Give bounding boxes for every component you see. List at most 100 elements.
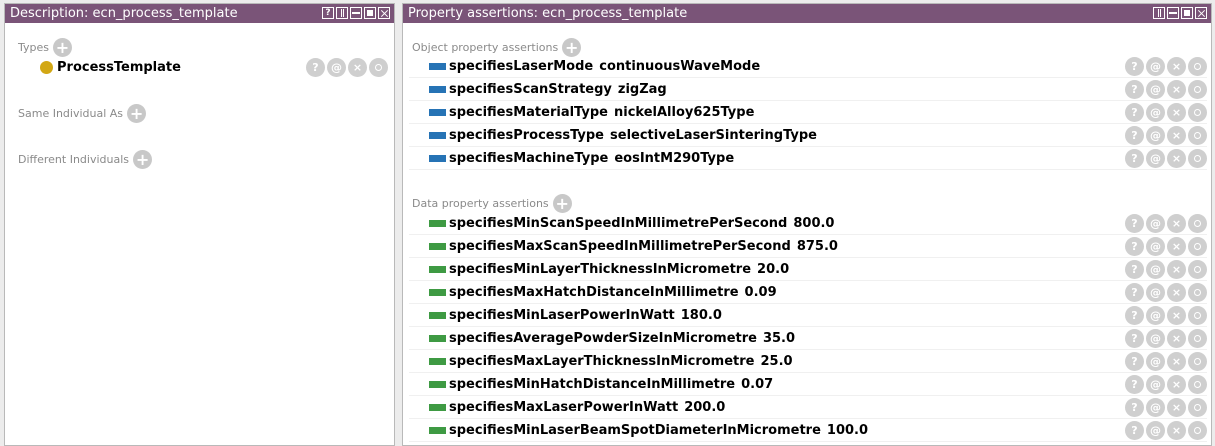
help-icon[interactable]: ? [1125, 375, 1144, 394]
annotate-icon[interactable]: @ [1146, 214, 1165, 233]
data-assertion-row[interactable]: specifiesMaxScanSpeedInMillimetrePerSeco… [429, 236, 1207, 257]
help-icon[interactable]: ? [1125, 237, 1144, 256]
delete-icon[interactable]: × [1167, 283, 1186, 302]
split-vertical-icon[interactable] [336, 7, 348, 19]
delete-icon[interactable]: × [1167, 149, 1186, 168]
edit-icon[interactable] [1188, 149, 1207, 168]
edit-icon[interactable] [1188, 126, 1207, 145]
help-icon[interactable]: ? [1125, 260, 1144, 279]
annotate-icon[interactable]: @ [1146, 421, 1165, 440]
delete-icon[interactable]: × [1167, 398, 1186, 417]
delete-icon[interactable]: × [1167, 237, 1186, 256]
split-horizontal-icon[interactable] [1167, 7, 1179, 19]
delete-icon[interactable]: × [1167, 352, 1186, 371]
edit-icon[interactable] [1188, 375, 1207, 394]
object-assertion-row[interactable]: specifiesMachineType eosIntM290Type? @ × [429, 148, 1207, 169]
help-icon[interactable]: ? [1125, 398, 1144, 417]
annotate-icon[interactable]: @ [1146, 237, 1165, 256]
data-property-section-header: Data property assertions + [412, 194, 572, 213]
delete-icon[interactable]: × [1167, 375, 1186, 394]
object-assertion-row[interactable]: specifiesScanStrategy zigZag? @ × [429, 79, 1207, 100]
annotate-icon[interactable]: @ [1146, 57, 1165, 76]
edit-icon[interactable] [1188, 306, 1207, 325]
help-icon[interactable]: ? [322, 7, 334, 19]
object-assertion-row[interactable]: specifiesMaterialType nickelAlloy625Type?… [429, 102, 1207, 123]
help-icon[interactable]: ? [1125, 421, 1144, 440]
edit-icon[interactable] [1188, 329, 1207, 348]
object-property-icon [429, 132, 446, 139]
annotate-icon[interactable]: @ [1146, 149, 1165, 168]
help-icon[interactable]: ? [1125, 57, 1144, 76]
property-value: 35.0 [762, 331, 796, 346]
close-icon[interactable] [378, 7, 390, 19]
edit-icon[interactable] [1188, 352, 1207, 371]
annotate-icon[interactable]: @ [1146, 329, 1165, 348]
edit-icon[interactable] [1188, 398, 1207, 417]
edit-icon[interactable] [1188, 103, 1207, 122]
help-icon[interactable]: ? [1125, 283, 1144, 302]
maximize-icon[interactable] [364, 7, 376, 19]
delete-icon[interactable]: × [1167, 260, 1186, 279]
help-icon[interactable]: ? [1125, 352, 1144, 371]
property-name: specifiesMaxHatchDistanceInMillimetre [449, 285, 739, 300]
data-assertion-row[interactable]: specifiesMinScanSpeedInMillimetrePerSeco… [429, 213, 1207, 234]
data-assertion-text: specifiesMaxScanSpeedInMillimetrePerSeco… [449, 239, 838, 254]
edit-icon[interactable] [1188, 57, 1207, 76]
data-assertion-row[interactable]: specifiesMaxLayerThicknessInMicrometre 25… [429, 351, 1207, 372]
maximize-icon[interactable] [1181, 7, 1193, 19]
annotate-icon[interactable]: @ [1146, 103, 1165, 122]
delete-icon[interactable]: × [1167, 306, 1186, 325]
split-horizontal-icon[interactable] [350, 7, 362, 19]
annotate-icon[interactable]: @ [1146, 306, 1165, 325]
object-assertion-row[interactable]: specifiesProcessType selectiveLaserSinter… [429, 125, 1207, 146]
help-icon[interactable]: ? [1125, 80, 1144, 99]
delete-icon[interactable]: × [348, 58, 367, 77]
edit-icon[interactable] [369, 58, 388, 77]
annotate-icon[interactable]: @ [1146, 126, 1165, 145]
annotate-icon[interactable]: @ [327, 58, 346, 77]
split-vertical-icon[interactable] [1153, 7, 1165, 19]
delete-icon[interactable]: × [1167, 57, 1186, 76]
annotate-icon[interactable]: @ [1146, 260, 1165, 279]
edit-icon[interactable] [1188, 421, 1207, 440]
help-icon[interactable]: ? [1125, 329, 1144, 348]
help-icon[interactable]: ? [1125, 306, 1144, 325]
data-assertion-row[interactable]: specifiesMinHatchDistanceInMillimetre 0.0… [429, 374, 1207, 395]
help-icon[interactable]: ? [1125, 149, 1144, 168]
delete-icon[interactable]: × [1167, 80, 1186, 99]
edit-icon[interactable] [1188, 283, 1207, 302]
data-assertion-row[interactable]: specifiesMinLayerThicknessInMicrometre 20… [429, 259, 1207, 280]
object-assertion-row[interactable]: specifiesLaserMode continuousWaveMode? @ × [429, 56, 1207, 77]
add-object-property-button[interactable]: + [562, 38, 582, 57]
data-assertion-row[interactable]: specifiesMaxLaserPowerInWatt 200.0? @ × [429, 397, 1207, 418]
add-different-individual-button[interactable]: + [133, 150, 153, 169]
annotate-icon[interactable]: @ [1146, 375, 1165, 394]
add-same-individual-button[interactable]: + [127, 104, 147, 123]
type-item-row[interactable]: ProcessTemplate ? @ × [40, 57, 388, 78]
annotate-icon[interactable]: @ [1146, 80, 1165, 99]
data-assertion-row[interactable]: specifiesMaxHatchDistanceInMillimetre 0.0… [429, 282, 1207, 303]
delete-icon[interactable]: × [1167, 329, 1186, 348]
delete-icon[interactable]: × [1167, 103, 1186, 122]
edit-icon[interactable] [1188, 260, 1207, 279]
data-assertion-row[interactable]: specifiesMinLaserBeamSpotDiameterInMicro… [429, 420, 1207, 441]
edit-icon[interactable] [1188, 80, 1207, 99]
annotate-icon[interactable]: @ [1146, 352, 1165, 371]
data-assertion-row[interactable]: specifiesAveragePowderSizeInMicrometre 35… [429, 328, 1207, 349]
help-icon[interactable]: ? [1125, 126, 1144, 145]
help-icon[interactable]: ? [306, 58, 325, 77]
add-type-button[interactable]: + [53, 38, 72, 57]
help-icon[interactable]: ? [1125, 214, 1144, 233]
row-actions: ? @ × [1125, 260, 1207, 279]
help-icon[interactable]: ? [1125, 103, 1144, 122]
annotate-icon[interactable]: @ [1146, 398, 1165, 417]
annotate-icon[interactable]: @ [1146, 283, 1165, 302]
add-data-property-button[interactable]: + [552, 194, 572, 213]
data-assertion-row[interactable]: specifiesMinLaserPowerInWatt 180.0? @ × [429, 305, 1207, 326]
delete-icon[interactable]: × [1167, 214, 1186, 233]
close-icon[interactable] [1195, 7, 1207, 19]
edit-icon[interactable] [1188, 214, 1207, 233]
delete-icon[interactable]: × [1167, 421, 1186, 440]
edit-icon[interactable] [1188, 237, 1207, 256]
delete-icon[interactable]: × [1167, 126, 1186, 145]
